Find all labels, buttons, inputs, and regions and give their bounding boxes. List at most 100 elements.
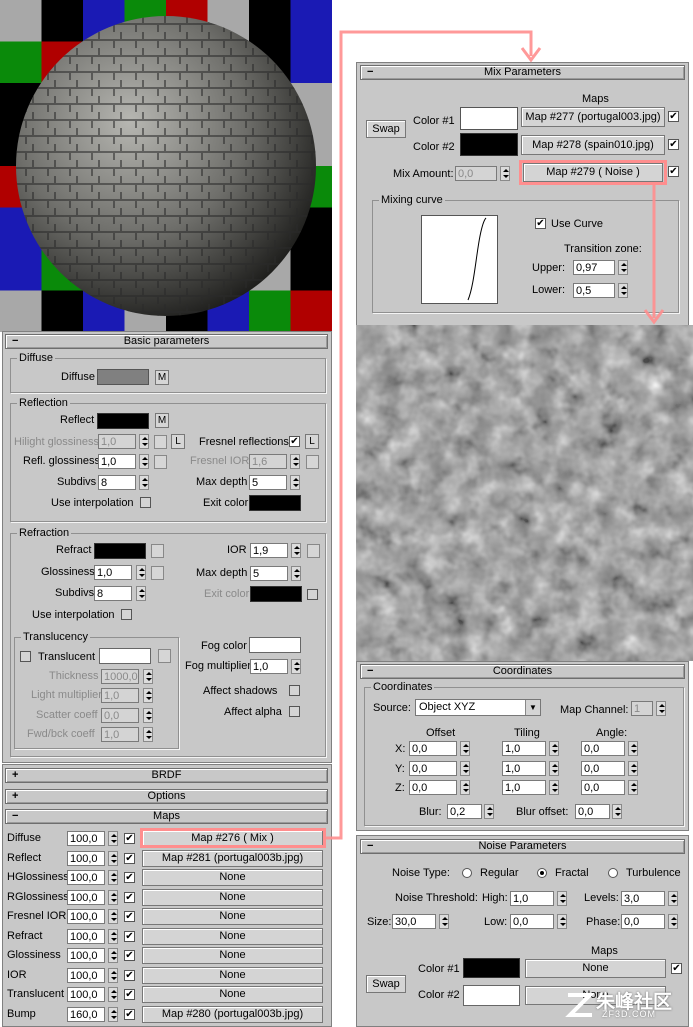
mix-amount-map-checkbox[interactable]: ✔ bbox=[668, 166, 679, 177]
turbulence-radio[interactable] bbox=[608, 868, 618, 878]
reflect-color-swatch[interactable] bbox=[97, 413, 149, 429]
map-slot-checkbox[interactable]: ✔ bbox=[124, 872, 135, 883]
map-slot-button[interactable]: None bbox=[142, 986, 323, 1003]
lower-field[interactable]: 0,5 bbox=[573, 283, 615, 298]
color1-swatch[interactable] bbox=[460, 107, 518, 130]
phase-field[interactable]: 0,0 bbox=[621, 914, 665, 929]
refraction-exit-color-checkbox[interactable] bbox=[307, 589, 318, 600]
blur-offset-field[interactable]: 0,0 bbox=[575, 804, 610, 819]
refraction-exit-color-swatch[interactable] bbox=[250, 586, 302, 602]
spinner-icon[interactable] bbox=[108, 987, 118, 1002]
map-slot-amount[interactable]: 100,0 bbox=[67, 948, 105, 963]
spinner-icon[interactable] bbox=[549, 741, 559, 756]
map-slot-checkbox[interactable]: ✔ bbox=[124, 852, 135, 864]
tiling-field[interactable]: 1,0 bbox=[502, 741, 546, 756]
noise-parameters-rollout[interactable]: − Noise Parameters bbox=[360, 839, 685, 854]
spinner-icon[interactable] bbox=[108, 928, 118, 944]
noise-color1-map-checkbox[interactable]: ✔ bbox=[671, 963, 682, 974]
tiling-field[interactable]: 1,0 bbox=[502, 780, 546, 795]
fwd-bck-coeff-field[interactable]: 1,0 bbox=[101, 727, 139, 742]
map-channel-field[interactable]: 1 bbox=[631, 701, 653, 716]
spinner-icon[interactable] bbox=[143, 727, 153, 742]
hilight-map-button[interactable] bbox=[154, 435, 167, 449]
translucent-checkbox[interactable] bbox=[20, 651, 31, 662]
blur-field[interactable]: 0,2 bbox=[447, 804, 482, 819]
map-slot-checkbox[interactable]: ✔ bbox=[124, 833, 135, 844]
ior-map-button[interactable] bbox=[307, 544, 320, 558]
color2-map-checkbox[interactable]: ✔ bbox=[668, 139, 679, 150]
spinner-icon[interactable] bbox=[557, 914, 567, 929]
spinner-icon[interactable] bbox=[612, 804, 622, 819]
spinner-icon[interactable] bbox=[136, 586, 146, 601]
spinner-icon[interactable] bbox=[139, 454, 149, 469]
map-slot-amount[interactable]: 160,0 bbox=[67, 1006, 105, 1022]
map-slot-button[interactable]: None bbox=[142, 966, 323, 984]
regular-radio[interactable] bbox=[462, 868, 472, 878]
noise-color1-map-button[interactable]: None bbox=[525, 959, 666, 978]
map-slot-button[interactable]: Map #281 (portugal003b.jpg) bbox=[142, 849, 323, 867]
spinner-icon[interactable] bbox=[143, 669, 153, 684]
spinner-icon[interactable] bbox=[460, 760, 470, 776]
map-slot-checkbox[interactable]: ✔ bbox=[124, 989, 135, 1000]
angle-field[interactable]: 0,0 bbox=[581, 760, 625, 776]
mix-amount-field[interactable]: 0,0 bbox=[455, 166, 497, 181]
offset-field[interactable]: 0,0 bbox=[409, 780, 457, 795]
map-slot-checkbox[interactable]: ✔ bbox=[124, 969, 135, 981]
noise-color2-swatch[interactable] bbox=[463, 985, 520, 1006]
source-dropdown[interactable]: Object XYZ ▼ bbox=[415, 699, 541, 716]
angle-field[interactable]: 0,0 bbox=[581, 741, 625, 756]
map-slot-amount[interactable]: 100,0 bbox=[67, 870, 105, 885]
noise-color1-swatch[interactable] bbox=[463, 958, 520, 978]
spinner-icon[interactable] bbox=[108, 889, 118, 905]
color2-swatch[interactable] bbox=[460, 133, 518, 156]
spinner-icon[interactable] bbox=[108, 850, 118, 866]
map-slot-amount[interactable]: 100,0 bbox=[67, 850, 105, 866]
spinner-icon[interactable] bbox=[628, 741, 638, 756]
spinner-icon[interactable] bbox=[618, 283, 628, 298]
spinner-icon[interactable] bbox=[143, 688, 153, 703]
basic-parameters-rollout[interactable]: − Basic parameters bbox=[5, 334, 328, 349]
light-multiplier-field[interactable]: 1,0 bbox=[101, 688, 139, 703]
maps-rollout[interactable]: − Maps bbox=[5, 809, 328, 824]
spinner-icon[interactable] bbox=[108, 967, 118, 983]
map-slot-button[interactable]: None bbox=[142, 869, 323, 886]
lock-button[interactable]: L bbox=[171, 434, 185, 449]
spinner-icon[interactable] bbox=[290, 454, 300, 469]
exit-color-swatch[interactable] bbox=[249, 495, 301, 511]
map-slot-amount[interactable]: 100,0 bbox=[67, 928, 105, 944]
spinner-icon[interactable] bbox=[460, 780, 470, 795]
fog-color-swatch[interactable] bbox=[249, 637, 301, 653]
map-slot-amount[interactable]: 100,0 bbox=[67, 967, 105, 983]
map-slot-checkbox[interactable]: ✔ bbox=[124, 1008, 135, 1020]
fresnel-ior-field[interactable]: 1,6 bbox=[249, 454, 287, 469]
spinner-icon[interactable] bbox=[668, 914, 678, 929]
map-slot-checkbox[interactable]: ✔ bbox=[124, 891, 135, 903]
map-slot-button[interactable]: Map #280 (portugal003b.jpg) bbox=[142, 1005, 323, 1023]
diffuse-map-button[interactable]: M bbox=[155, 370, 169, 385]
scatter-coeff-field[interactable]: 0,0 bbox=[101, 708, 139, 723]
ior-field[interactable]: 1,9 bbox=[250, 543, 288, 558]
map-slot-checkbox[interactable]: ✔ bbox=[124, 930, 135, 942]
levels-field[interactable]: 3,0 bbox=[621, 891, 665, 906]
low-field[interactable]: 0,0 bbox=[510, 914, 554, 929]
affect-shadows-checkbox[interactable] bbox=[289, 685, 300, 696]
coordinates-rollout[interactable]: − Coordinates bbox=[360, 664, 685, 679]
subdivs-field[interactable]: 8 bbox=[98, 475, 136, 490]
spinner-icon[interactable] bbox=[143, 708, 153, 723]
spinner-icon[interactable] bbox=[549, 760, 559, 776]
options-rollout[interactable]: + Options bbox=[5, 789, 328, 804]
map-slot-amount[interactable]: 100,0 bbox=[67, 987, 105, 1002]
spinner-icon[interactable] bbox=[439, 914, 449, 929]
spinner-icon[interactable] bbox=[557, 891, 567, 906]
spinner-icon[interactable] bbox=[549, 780, 559, 795]
spinner-icon[interactable] bbox=[139, 475, 149, 490]
fractal-radio[interactable] bbox=[537, 868, 547, 878]
high-field[interactable]: 1,0 bbox=[510, 891, 554, 906]
color2-map-button[interactable]: Map #278 (spain010.jpg) bbox=[521, 135, 665, 155]
refract-map-button[interactable] bbox=[151, 544, 164, 558]
refraction-max-depth-field[interactable]: 5 bbox=[250, 566, 288, 581]
angle-field[interactable]: 0,0 bbox=[581, 780, 625, 795]
spinner-icon[interactable] bbox=[656, 701, 666, 716]
map-slot-amount[interactable]: 100,0 bbox=[67, 909, 105, 924]
spinner-icon[interactable] bbox=[290, 475, 300, 490]
